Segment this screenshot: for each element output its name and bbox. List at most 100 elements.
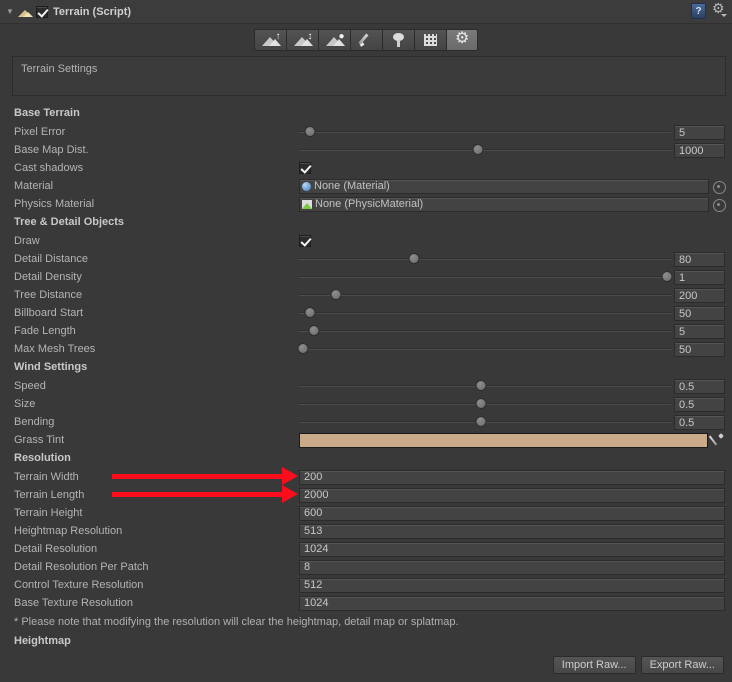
row-material: Material None (Material) [0,177,732,195]
value-detail-resolution[interactable]: 1024 [299,541,725,557]
foldout-arrow-icon[interactable]: ▼ [4,6,16,18]
gear-icon[interactable] [712,1,727,18]
arrow-terrain-width [112,467,298,485]
tree-icon [388,33,410,47]
row-draw: Draw [0,232,732,250]
section-title-wind-settings: Wind Settings [14,361,88,373]
value-size[interactable]: 0.5 [674,396,725,412]
value-terrain-width[interactable]: 200 [299,469,725,485]
row-detail-resolution: Detail Resolution 1024 [0,540,732,558]
terrain-settings-helpbox: Terrain Settings [12,56,726,96]
section-title-resolution: Resolution [14,452,71,464]
label-grass-tint: Grass Tint [14,434,65,446]
slider-detail-distance[interactable] [299,252,671,266]
tool-raise-lower-terrain[interactable]: ↑ [254,29,286,51]
terrain-tool-toolbar: ↑ ↕ ● ⚙ [0,24,732,54]
label-pixel-error: Pixel Error [14,126,66,138]
slider-bending[interactable] [299,415,671,429]
import-raw-button[interactable]: Import Raw... [552,656,636,674]
row-tree-distance: Tree Distance 200 [0,286,732,304]
slider-base-map-dist[interactable] [299,143,671,157]
value-base-map-dist[interactable]: 1000 [674,142,725,158]
slider-billboard-start[interactable] [299,306,671,320]
checkbox-draw[interactable] [299,235,311,247]
physics-material-picker-icon[interactable] [712,198,726,212]
tool-paint-details[interactable] [414,29,446,51]
value-base-texture-resolution[interactable]: 1024 [299,595,725,611]
component-header: ▼ Terrain (Script) ? [0,0,732,24]
value-speed[interactable]: 0.5 [674,378,725,394]
terrain-inspector-panel: ▼ Terrain (Script) ? ↑ ↕ ● [0,0,732,682]
label-speed: Speed [14,380,46,392]
label-max-mesh-trees: Max Mesh Trees [14,343,96,355]
value-bending[interactable]: 0.5 [674,414,725,430]
arrow-terrain-length [112,485,298,503]
row-heightmap-resolution: Heightmap Resolution 513 [0,522,732,540]
objectfield-material-value: None (Material) [314,180,390,192]
colorfield-grass-tint[interactable] [299,432,708,448]
header-actions: ? [691,1,727,19]
tool-paint-texture[interactable] [350,29,382,51]
slider-max-mesh-trees[interactable] [297,342,671,356]
slider-detail-density[interactable] [299,270,673,284]
terrain-raise-icon: ↑ [260,32,282,47]
help-icon[interactable]: ? [691,3,706,19]
export-raw-button[interactable]: Export Raw... [640,656,724,674]
value-billboard-start[interactable]: 50 [674,305,725,321]
value-max-mesh-trees[interactable]: 50 [674,341,725,357]
tool-smooth-height[interactable]: ● [318,29,350,51]
row-physics-material: Physics Material None (PhysicMaterial) [0,195,732,213]
value-heightmap-resolution[interactable]: 513 [299,523,725,539]
section-title-base-terrain: Base Terrain [14,107,80,119]
objectfield-material[interactable]: None (Material) [299,178,709,194]
row-base-map-dist: Base Map Dist. 1000 [0,141,732,159]
slider-speed[interactable] [299,379,671,393]
objectfield-physics-material-value: None (PhysicMaterial) [315,198,424,210]
value-detail-resolution-per-patch[interactable]: 8 [299,559,725,575]
label-tree-distance: Tree Distance [14,289,83,301]
label-detail-density: Detail Density [14,271,82,283]
tool-place-trees[interactable] [382,29,414,51]
objectfield-physics-material[interactable]: None (PhysicMaterial) [299,196,709,212]
material-sphere-icon [302,181,311,191]
section-title-heightmap: Heightmap [14,635,71,647]
row-cast-shadows: Cast shadows [0,159,732,177]
value-detail-density[interactable]: 1 [674,269,725,285]
tool-paint-height[interactable]: ↕ [286,29,318,51]
grass-icon [420,33,442,47]
row-control-texture-resolution: Control Texture Resolution 512 [0,576,732,594]
label-terrain-height: Terrain Height [14,507,83,519]
value-tree-distance[interactable]: 200 [674,287,725,303]
checkbox-cast-shadows[interactable] [299,162,311,174]
terrain-height-icon: ↕ [292,32,314,47]
value-terrain-length[interactable]: 2000 [299,487,725,503]
slider-tree-distance[interactable] [299,288,671,302]
value-detail-distance[interactable]: 80 [674,251,725,267]
row-detail-distance: Detail Distance 80 [0,250,732,268]
material-picker-icon[interactable] [712,180,726,194]
row-speed: Speed 0.5 [0,377,732,395]
tool-terrain-settings[interactable]: ⚙ [446,29,478,51]
slider-size[interactable] [299,397,671,411]
row-billboard-start: Billboard Start 50 [0,304,732,322]
label-heightmap-resolution: Heightmap Resolution [14,525,123,537]
slider-pixel-error[interactable] [299,125,671,139]
label-size: Size [14,398,36,410]
label-detail-resolution-per-patch: Detail Resolution Per Patch [14,561,149,573]
slider-fade-length[interactable] [299,324,671,338]
row-size: Size 0.5 [0,395,732,413]
component-enabled-checkbox[interactable] [36,5,48,18]
label-bending: Bending [14,416,55,428]
value-fade-length[interactable]: 5 [674,323,725,339]
heightmap-buttons: Import Raw... Export Raw... [552,656,724,674]
value-terrain-height[interactable]: 600 [299,505,725,521]
value-control-texture-resolution[interactable]: 512 [299,577,725,593]
row-max-mesh-trees: Max Mesh Trees 50 [0,340,732,358]
value-pixel-error[interactable]: 5 [674,124,725,140]
row-terrain-length: Terrain Length 2000 [0,486,732,504]
terrain-smooth-icon: ● [324,32,346,47]
label-cast-shadows: Cast shadows [14,162,84,174]
eyedropper-icon[interactable] [710,433,725,448]
row-bending: Bending 0.5 [0,413,732,431]
gear-icon: ⚙ [455,30,470,47]
